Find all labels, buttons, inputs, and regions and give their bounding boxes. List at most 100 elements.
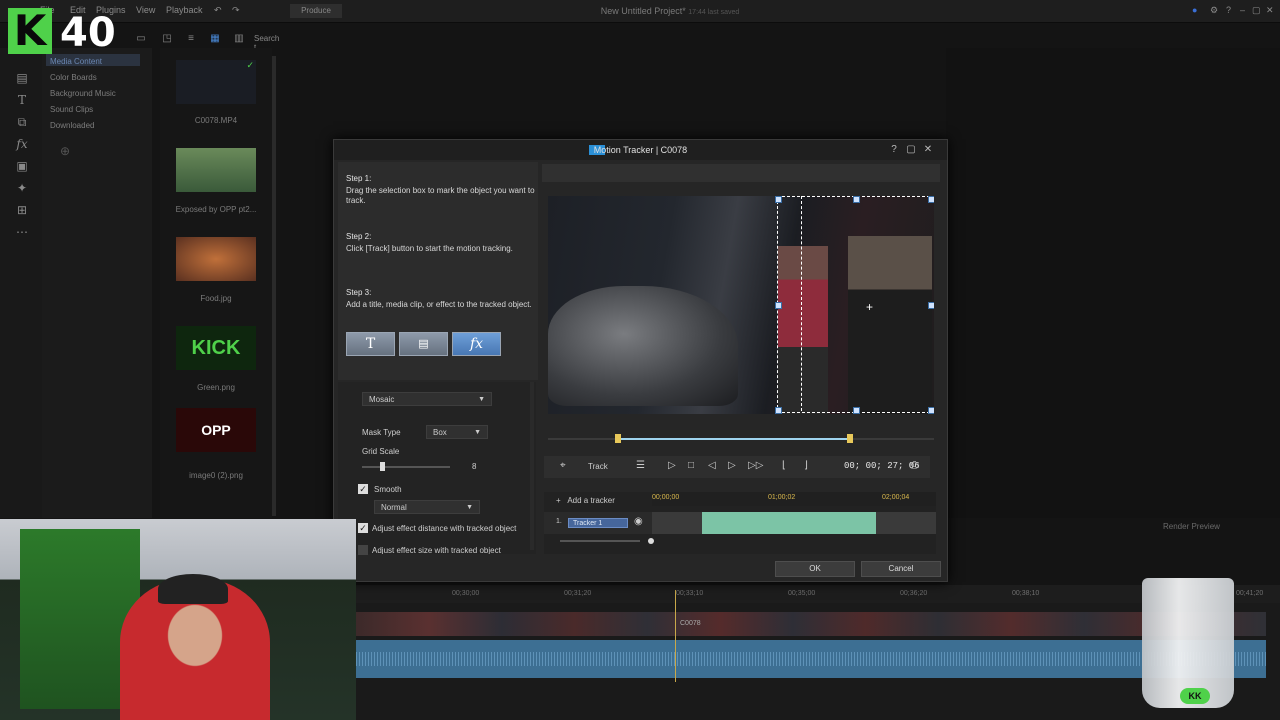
library-nav-panel: Media Content Color Boards Background Mu… [42, 48, 152, 518]
import-icon[interactable]: ▭ [134, 32, 148, 46]
resize-handle[interactable] [928, 196, 934, 203]
menu-view[interactable]: View [136, 5, 155, 15]
tracker-timeline: + Add a tracker 00;00;00 01;00;02 02;00;… [544, 492, 936, 554]
pip-room-icon[interactable]: ▣ [14, 158, 30, 174]
video-track-clip[interactable]: C0078 [356, 612, 1266, 636]
add-effect-button[interactable]: fx [452, 332, 501, 356]
undo-icon[interactable]: ↶ [214, 5, 222, 16]
subtitle-room-icon[interactable]: ⊞ [14, 202, 30, 218]
resize-handle[interactable] [928, 302, 934, 309]
fast-forward-icon[interactable]: ▷▷ [748, 460, 763, 471]
tracker-ruler[interactable]: 00;00;00 01;00;02 02;00;04 [652, 492, 936, 506]
grid-scale-slider-handle[interactable] [379, 462, 385, 471]
media-thumb-exposed[interactable] [176, 148, 256, 192]
smooth-checkbox[interactable]: ✓ [358, 484, 368, 494]
smooth-dropdown[interactable]: Normal ▼ [374, 500, 480, 514]
snapshot-icon[interactable]: ⎙ [910, 460, 918, 471]
nav-item-media-content[interactable]: Media Content [50, 57, 102, 66]
add-title-button[interactable]: T [346, 332, 395, 356]
resize-handle[interactable] [853, 407, 860, 414]
menu-bar: File Edit Plugins View Playback ↶ ↷ Prod… [0, 0, 1280, 23]
thumbnail-view-icon[interactable]: ▥ [232, 32, 246, 46]
tracker-clip[interactable] [702, 512, 876, 534]
render-preview-label[interactable]: Render Preview [1163, 522, 1220, 531]
minimize-icon[interactable]: – [1240, 5, 1245, 15]
menu-playback[interactable]: Playback [166, 5, 203, 15]
media-thumb-food[interactable] [176, 237, 256, 281]
resize-handle[interactable] [775, 196, 782, 203]
adjust-distance-checkbox[interactable]: ✓ [358, 523, 368, 533]
more-icon[interactable]: ⋯ [14, 224, 30, 240]
add-tag-icon[interactable]: ⊕ [60, 144, 70, 158]
produce-button[interactable]: Produce [290, 4, 342, 18]
nav-item-background-music[interactable]: Background Music [50, 89, 116, 98]
media-label: C0078.MP4 [194, 116, 238, 125]
eye-icon[interactable]: ◉ [634, 516, 643, 527]
media-thumb-green[interactable]: KICK [176, 326, 256, 370]
settings-sliders-icon[interactable]: ☰ [636, 460, 645, 471]
settings-icon[interactable]: ⚙ [1210, 5, 1218, 16]
range-start-handle[interactable] [615, 434, 621, 443]
library-scrollbar[interactable] [272, 56, 276, 516]
particle-room-icon[interactable]: ✦ [14, 180, 30, 196]
project-title: New Untitled Project* 17:44 last saved [560, 6, 780, 16]
effect-room-icon[interactable]: fx [14, 136, 30, 152]
step-3-text: Add a title, media clip, or effect to th… [346, 300, 532, 309]
zoom-handle[interactable] [648, 538, 654, 544]
resize-handle[interactable] [775, 302, 782, 309]
close-icon[interactable]: ✕ [1266, 5, 1274, 16]
filter-icon[interactable]: ◳ [160, 32, 174, 46]
tracking-range-slider[interactable] [548, 434, 934, 444]
play-icon[interactable]: ▷ [668, 460, 676, 471]
mark-in-icon[interactable]: ⌊ [782, 460, 786, 471]
mark-out-icon[interactable]: ⌋ [804, 460, 808, 471]
list-view-icon[interactable]: ≡ [184, 32, 198, 46]
track-target-icon[interactable]: ⌖ [560, 460, 566, 471]
playhead[interactable] [675, 590, 676, 682]
nav-item-downloaded[interactable]: Downloaded [50, 121, 94, 130]
properties-scrollbar[interactable] [530, 382, 534, 550]
help-icon[interactable]: ? [888, 144, 900, 156]
dialog-titlebar[interactable]: Motion Tracker | C0078 ? ▢ ✕ [334, 140, 947, 160]
mask-type-dropdown[interactable]: Box ▼ [426, 425, 488, 439]
cancel-button[interactable]: Cancel [861, 561, 941, 577]
video-preview[interactable]: + [548, 196, 934, 414]
account-icon[interactable]: ● [1192, 5, 1197, 15]
help-icon[interactable]: ? [1226, 5, 1231, 15]
resize-handle[interactable] [928, 407, 934, 414]
maximize-icon[interactable]: ▢ [905, 144, 917, 156]
title-room-icon[interactable]: T [14, 92, 30, 108]
stop-icon[interactable]: □ [688, 460, 694, 471]
next-frame-icon[interactable]: ▷ [728, 460, 736, 471]
tracker-name-field[interactable]: Tracker 1 [568, 518, 628, 528]
effect-properties-panel: Mosaic ▼ Mask Type Box ▼ Grid Scale 8 ✓ Sm… [338, 382, 536, 555]
maximize-icon[interactable]: ▢ [1252, 5, 1261, 16]
ok-button[interactable]: OK [775, 561, 855, 577]
media-thumb-image0[interactable]: OPP [176, 408, 256, 452]
ruler-tick: 00;33;10 [676, 590, 704, 597]
grid-view-icon[interactable]: ▦ [208, 32, 222, 46]
grid-scale-slider[interactable] [362, 466, 450, 468]
check-icon: ✓ [246, 60, 254, 70]
nav-item-color-boards[interactable]: Color Boards [50, 73, 97, 82]
tracker-index: 1. [556, 518, 562, 525]
tracker-zoom-slider[interactable] [560, 540, 640, 542]
close-icon[interactable]: ✕ [922, 144, 934, 156]
media-thumb-c0078[interactable]: ✓ [176, 60, 256, 104]
resize-handle[interactable] [853, 196, 860, 203]
ruler-tick: 00;30;00 [452, 590, 480, 597]
transition-room-icon[interactable]: ⧉ [14, 114, 30, 130]
grid-scale-value: 8 [472, 462, 477, 471]
range-end-handle[interactable] [847, 434, 853, 443]
step-2-heading: Step 2: [346, 232, 372, 241]
track-button[interactable]: Track [588, 462, 608, 471]
media-room-icon[interactable]: ▤ [14, 70, 30, 86]
resize-handle[interactable] [775, 407, 782, 414]
add-tracker-button[interactable]: + Add a tracker [556, 496, 615, 505]
adjust-size-checkbox[interactable] [358, 545, 368, 555]
nav-item-sound-clips[interactable]: Sound Clips [50, 105, 93, 114]
redo-icon[interactable]: ↷ [232, 5, 240, 16]
add-media-button[interactable]: ▤ [399, 332, 448, 356]
previous-frame-icon[interactable]: ◁ [708, 460, 716, 471]
effect-dropdown[interactable]: Mosaic ▼ [362, 392, 492, 406]
